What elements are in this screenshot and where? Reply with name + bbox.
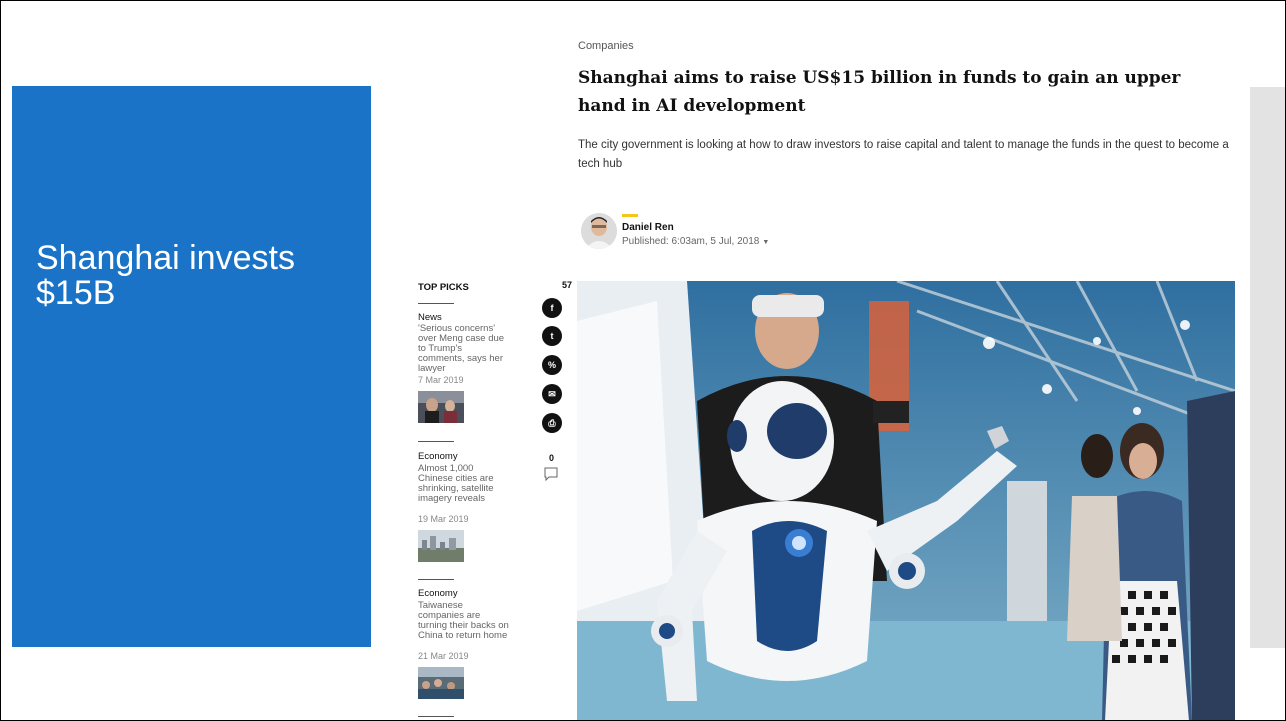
top-pick-title[interactable]: Taiwanese companies are turning their ba…: [418, 601, 510, 641]
top-pick-date: 21 Mar 2019: [418, 651, 469, 661]
divider: [418, 579, 454, 580]
author-accent-bar: [622, 214, 638, 217]
top-pick-category[interactable]: Economy: [418, 588, 458, 599]
author-name[interactable]: Daniel Ren: [622, 222, 674, 233]
twitter-icon[interactable]: t: [542, 326, 562, 346]
sidebar-placeholder: [1250, 87, 1286, 648]
slide-title-panel: [12, 86, 371, 647]
article-summary: The city government is looking at how to…: [578, 139, 1229, 170]
top-pick-title[interactable]: 'Serious concerns' over Meng case due to…: [418, 324, 510, 374]
article-headline: Shanghai aims to raise US$15 billion in …: [578, 68, 1181, 116]
author-avatar[interactable]: [581, 213, 617, 249]
divider: [418, 441, 454, 442]
link-icon[interactable]: %: [542, 355, 562, 375]
top-picks-heading: TOP PICKS: [418, 282, 469, 293]
top-pick-thumbnail[interactable]: [418, 530, 464, 562]
article-hero-image[interactable]: [577, 281, 1235, 721]
top-pick-date: 19 Mar 2019: [418, 514, 469, 524]
article-category[interactable]: Companies: [578, 40, 634, 52]
top-pick-thumbnail[interactable]: [418, 391, 464, 423]
email-icon[interactable]: ✉: [542, 384, 562, 404]
top-pick-date: 7 Mar 2019: [418, 375, 464, 385]
share-count: 57: [562, 280, 573, 290]
published-date[interactable]: Published: 6:03am, 5 Jul, 2018 ▼: [622, 236, 769, 247]
comment-icon[interactable]: [544, 467, 558, 486]
top-pick-thumbnail[interactable]: [418, 667, 464, 699]
chevron-down-icon: ▼: [762, 239, 770, 246]
print-icon[interactable]: ⎙: [542, 413, 562, 433]
divider: [418, 303, 454, 304]
divider: [418, 716, 454, 717]
top-pick-category[interactable]: News: [418, 312, 442, 323]
facebook-icon[interactable]: f: [542, 298, 562, 318]
published-text: Published: 6:03am, 5 Jul, 2018: [622, 236, 760, 247]
slide-title: Shanghai invests $15B: [36, 239, 295, 312]
top-pick-category[interactable]: Economy: [418, 451, 458, 462]
top-pick-title[interactable]: Almost 1,000 Chinese cities are shrinkin…: [418, 464, 510, 504]
comment-count: 0: [549, 453, 555, 463]
